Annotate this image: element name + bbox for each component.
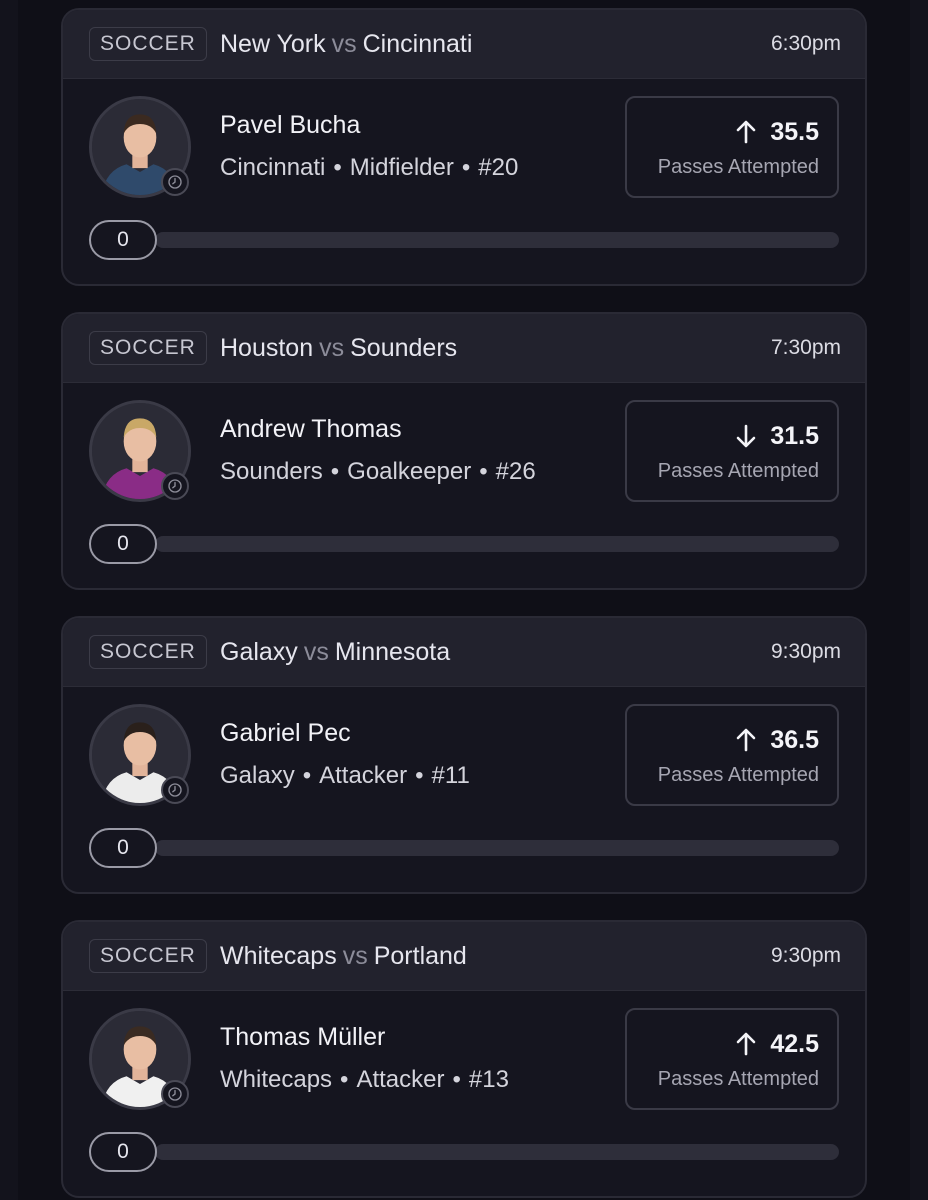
projection-value-row: 35.5 bbox=[734, 116, 819, 148]
player-details: Galaxy • Attacker • #11 bbox=[220, 759, 470, 793]
projection-value: 42.5 bbox=[770, 1030, 819, 1058]
game-header: SOCCER New York vs Cincinnati 6:30pm bbox=[63, 10, 865, 79]
player-avatar[interactable] bbox=[89, 704, 191, 806]
game-time: 6:30pm bbox=[770, 32, 841, 55]
player-number: #13 bbox=[468, 1066, 509, 1093]
pick-card[interactable]: SOCCER Galaxy vs Minnesota 9:30pm Gabrie… bbox=[61, 616, 867, 894]
home-team: New York bbox=[220, 30, 326, 58]
versus-label: vs bbox=[331, 30, 357, 58]
sport-badge: SOCCER bbox=[89, 939, 207, 973]
game-time: 9:30pm bbox=[770, 944, 841, 967]
separator-dot: • bbox=[302, 762, 312, 789]
projection-value: 36.5 bbox=[770, 726, 819, 754]
player-details: Whitecaps • Attacker • #13 bbox=[220, 1063, 509, 1097]
clock-icon bbox=[161, 472, 189, 500]
player-number: #26 bbox=[495, 458, 536, 485]
player-name: Gabriel Pec bbox=[220, 719, 351, 747]
sport-badge: SOCCER bbox=[89, 331, 207, 365]
progress-value: 0 bbox=[89, 828, 157, 868]
player-position: Attacker bbox=[319, 762, 408, 789]
sport-badge: SOCCER bbox=[89, 635, 207, 669]
player-position: Attacker bbox=[356, 1066, 445, 1093]
stat-label: Passes Attempted bbox=[657, 1068, 819, 1090]
projection-button[interactable]: 31.5 Passes Attempted bbox=[625, 400, 839, 502]
separator-dot: • bbox=[415, 762, 424, 789]
progress-value: 0 bbox=[89, 1132, 157, 1172]
arrow-up-icon bbox=[737, 1032, 756, 1056]
player-details: Cincinnati • Midfielder • #20 bbox=[220, 151, 518, 185]
player-number: #20 bbox=[478, 154, 519, 181]
away-team: Portland bbox=[373, 942, 467, 970]
matchup: New York vs Cincinnati bbox=[220, 27, 472, 61]
game-time: 9:30pm bbox=[770, 640, 841, 663]
arrow-down-icon bbox=[737, 424, 756, 448]
clock-icon bbox=[161, 1080, 189, 1108]
progress-value: 0 bbox=[89, 220, 157, 260]
left-edge bbox=[0, 0, 18, 1200]
matchup: Houston vs Sounders bbox=[220, 331, 457, 365]
separator-dot: • bbox=[340, 1066, 349, 1093]
separator-dot: • bbox=[330, 458, 340, 485]
versus-label: vs bbox=[303, 638, 329, 666]
progress-track bbox=[155, 536, 839, 552]
player-team: Sounders bbox=[220, 458, 323, 485]
progress-track bbox=[155, 840, 839, 856]
separator-dot: • bbox=[461, 154, 471, 181]
game-header: SOCCER Galaxy vs Minnesota 9:30pm bbox=[63, 618, 865, 687]
progress-value: 0 bbox=[89, 524, 157, 564]
matchup: Galaxy vs Minnesota bbox=[220, 635, 450, 669]
away-team: Cincinnati bbox=[362, 30, 473, 58]
home-team: Houston bbox=[220, 334, 314, 362]
projection-value-row: 36.5 bbox=[734, 724, 819, 756]
projection-button[interactable]: 36.5 Passes Attempted bbox=[625, 704, 839, 806]
right-edge bbox=[910, 0, 928, 1200]
pick-card[interactable]: SOCCER New York vs Cincinnati 6:30pm Pav… bbox=[61, 8, 867, 286]
stat-label: Passes Attempted bbox=[657, 460, 819, 482]
matchup: Whitecaps vs Portland bbox=[220, 939, 467, 973]
stat-label: Passes Attempted bbox=[657, 764, 819, 786]
separator-dot: • bbox=[452, 1066, 461, 1093]
projection-button[interactable]: 42.5 Passes Attempted bbox=[625, 1008, 839, 1110]
arrow-up-icon bbox=[737, 120, 756, 144]
home-team: Galaxy bbox=[220, 638, 298, 666]
player-name: Thomas Müller bbox=[220, 1023, 386, 1051]
versus-label: vs bbox=[342, 942, 368, 970]
home-team: Whitecaps bbox=[220, 942, 337, 970]
away-team: Minnesota bbox=[334, 638, 451, 666]
projection-value-row: 31.5 bbox=[734, 420, 819, 452]
player-position: Midfielder bbox=[349, 154, 454, 181]
player-position: Goalkeeper bbox=[347, 458, 472, 485]
pick-card[interactable]: SOCCER Whitecaps vs Portland 9:30pm Thom… bbox=[61, 920, 867, 1198]
player-team: Galaxy bbox=[220, 762, 295, 789]
game-header: SOCCER Whitecaps vs Portland 9:30pm bbox=[63, 922, 865, 991]
progress-track bbox=[155, 1144, 839, 1160]
separator-dot: • bbox=[479, 458, 488, 485]
separator-dot: • bbox=[333, 154, 342, 181]
away-team: Sounders bbox=[350, 334, 458, 362]
sport-badge: SOCCER bbox=[89, 27, 207, 61]
game-time: 7:30pm bbox=[770, 336, 841, 359]
player-avatar[interactable] bbox=[89, 400, 191, 502]
player-name: Pavel Bucha bbox=[220, 111, 361, 139]
picks-list-screen: SOCCER New York vs Cincinnati 6:30pm Pav… bbox=[0, 0, 928, 1200]
versus-label: vs bbox=[319, 334, 345, 362]
projection-value: 35.5 bbox=[770, 118, 819, 146]
projection-value: 31.5 bbox=[770, 422, 819, 450]
projection-value-row: 42.5 bbox=[734, 1028, 819, 1060]
player-name: Andrew Thomas bbox=[220, 415, 402, 443]
pick-card[interactable]: SOCCER Houston vs Sounders 7:30pm Andrew… bbox=[61, 312, 867, 590]
game-header: SOCCER Houston vs Sounders 7:30pm bbox=[63, 314, 865, 383]
arrow-up-icon bbox=[737, 728, 756, 752]
player-number: #11 bbox=[431, 762, 470, 789]
player-team: Whitecaps bbox=[220, 1066, 333, 1093]
player-avatar[interactable] bbox=[89, 1008, 191, 1110]
progress-track bbox=[155, 232, 839, 248]
stat-label: Passes Attempted bbox=[657, 156, 819, 178]
player-avatar[interactable] bbox=[89, 96, 191, 198]
player-details: Sounders • Goalkeeper • #26 bbox=[220, 455, 536, 489]
clock-icon bbox=[161, 776, 189, 804]
projection-button[interactable]: 35.5 Passes Attempted bbox=[625, 96, 839, 198]
clock-icon bbox=[161, 168, 189, 196]
player-team: Cincinnati bbox=[220, 154, 326, 181]
